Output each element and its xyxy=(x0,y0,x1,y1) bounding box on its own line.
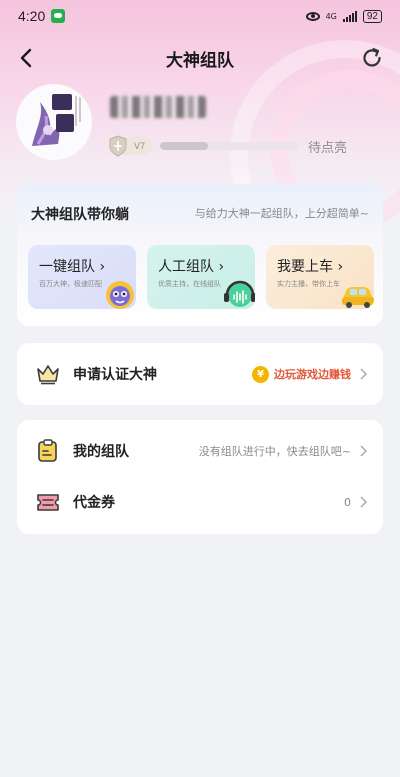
option-label: 一键组队 › xyxy=(39,259,106,275)
network-type: 4G xyxy=(325,11,337,21)
option-desc: 优质主持，在线组队 xyxy=(158,280,221,288)
voucher-icon xyxy=(37,494,59,511)
avatar[interactable] xyxy=(18,86,90,158)
voucher-row[interactable]: 代金券 0 xyxy=(17,474,383,530)
manual-team-button[interactable]: 人工组队 › 优质主持，在线组队 xyxy=(147,245,255,309)
list-card: 我的组队 没有组队进行中，快去组队吧~ 代金券 0 xyxy=(17,420,383,534)
car-icon xyxy=(342,287,374,308)
status-bar: 4:20 4G 92 xyxy=(0,0,400,32)
eye-icon xyxy=(305,11,320,21)
earn-money-promo: ¥ 边玩游戏边赚钱 xyxy=(252,365,351,383)
crown-icon xyxy=(37,365,59,385)
voucher-label: 代金券 xyxy=(73,495,115,511)
chevron-right-icon xyxy=(360,496,367,508)
chevron-right-icon xyxy=(360,368,367,380)
refresh-icon[interactable] xyxy=(360,46,384,70)
mascot-lion-icon xyxy=(106,281,134,309)
my-team-note: 没有组队进行中，快去组队吧~ xyxy=(198,445,351,458)
level-progress-bar xyxy=(160,142,298,150)
back-icon[interactable] xyxy=(16,47,38,69)
level-badge: V7 xyxy=(108,135,152,157)
status-time: 4:20 xyxy=(18,8,46,24)
page-title: 大神组队 xyxy=(166,50,234,71)
voucher-count: 0 xyxy=(344,495,351,509)
username-blurred xyxy=(110,96,206,118)
my-team-row[interactable]: 我的组队 没有组队进行中，快去组队吧~ xyxy=(17,423,383,479)
coin-icon: ¥ xyxy=(252,365,269,383)
team-card-subtitle: 与给力大神一起组队，上分超简单~ xyxy=(194,207,369,220)
wechat-notification-icon xyxy=(51,9,66,23)
level-text: V7 xyxy=(133,141,145,151)
nav-bar: 大神组队 xyxy=(0,38,400,78)
team-card-title: 大神组队带你躺 xyxy=(31,207,129,223)
headset-icon xyxy=(224,280,255,307)
option-desc: 实力主播，带你上车 xyxy=(277,280,340,288)
chevron-right-icon xyxy=(360,445,367,457)
level-shield-icon xyxy=(109,135,127,157)
option-desc: 百万大神，极速匹配 xyxy=(39,280,102,288)
get-on-board-button[interactable]: 我要上车 › 实力主播，带你上车 xyxy=(266,245,374,309)
promo-text: 边玩游戏边赚钱 xyxy=(274,368,351,381)
pending-text: 待点亮 xyxy=(308,141,348,156)
level-progress-fill xyxy=(160,142,209,150)
signal-icon xyxy=(342,10,357,22)
option-label: 人工组队 › xyxy=(158,259,225,275)
one-click-team-button[interactable]: 一键组队 › 百万大神，极速匹配 xyxy=(28,245,136,309)
certify-card[interactable]: 申请认证大神 ¥ 边玩游戏边赚钱 xyxy=(17,343,383,405)
certify-row[interactable]: 申请认证大神 ¥ 边玩游戏边赚钱 xyxy=(17,346,383,402)
my-team-label: 我的组队 xyxy=(73,444,129,460)
certify-label: 申请认证大神 xyxy=(73,367,157,383)
team-up-card: 大神组队带你躺 与给力大神一起组队，上分超简单~ 一键组队 › 百万大神，极速匹… xyxy=(17,184,383,326)
avatar-image xyxy=(18,86,90,158)
team-clipboard-icon xyxy=(38,439,57,462)
option-label: 我要上车 › xyxy=(277,259,344,275)
battery-indicator: 92 xyxy=(362,9,382,23)
